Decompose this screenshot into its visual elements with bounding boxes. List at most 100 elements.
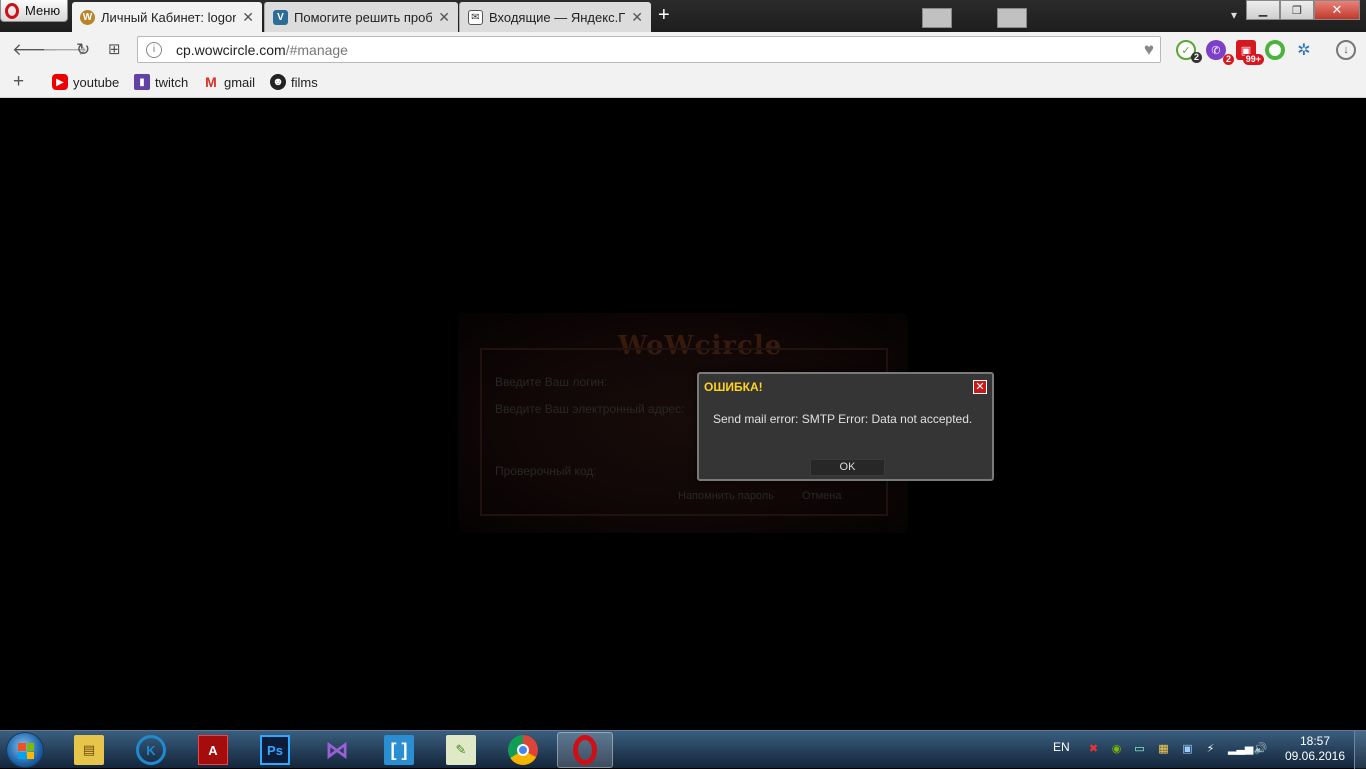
films-icon: ☻ [270,74,286,90]
v-icon: V [273,9,288,25]
close-window-button[interactable]: ✕ [1314,0,1360,20]
network-icon[interactable]: ✲ [1294,40,1314,60]
viber-icon[interactable]: ✆ 2 [1206,40,1234,65]
folder-icon: ▤ [74,735,104,765]
reload-icon[interactable]: ↻ [76,40,90,60]
add-bookmark-icon[interactable]: + [13,71,24,93]
email-label: Введите Ваш электронный адрес: [495,402,685,416]
bookmark-label: films [291,74,318,90]
extension-badge: 2 [1190,52,1202,63]
extension-badge: 99+ [1242,54,1264,65]
window-thumbnail[interactable] [997,8,1027,28]
chrome-icon [508,735,538,765]
close-icon[interactable]: ✕ [242,9,254,26]
page-viewport: WoWcircle Введите Ваш логин: Введите Ваш… [0,98,1366,730]
opera-logo-icon [5,2,19,19]
ok-button[interactable]: OK [810,459,885,476]
tab-title: Входящие — Яндекс.Почта [489,9,625,25]
nvidia-icon[interactable]: ◉ [1109,742,1124,757]
speed-dial-icon[interactable]: ⊞ [108,40,121,58]
code-label: Проверочный код: [495,464,597,478]
taskbar-opera[interactable] [557,732,613,768]
cancel-button[interactable]: Отмена [802,490,841,502]
opera-icon [573,735,597,765]
drive-icon[interactable]: ▭ [1132,742,1147,757]
taskbar-visual-studio[interactable]: ⋈ [309,732,365,768]
notepad-tray-icon[interactable]: ▦ [1156,742,1171,757]
remind-password-button[interactable]: Напомнить пароль [678,490,774,502]
close-icon[interactable]: ✕ [438,9,450,26]
green-circle-icon[interactable] [1265,40,1285,60]
bookmark-youtube[interactable]: ▶ youtube [52,74,119,90]
gift-icon[interactable]: ▣ 99+ [1236,40,1264,65]
taskbar-chrome[interactable] [495,732,551,768]
volume-icon[interactable]: 🔊 [1253,742,1268,757]
address-path: /#manage [285,42,348,58]
power-plug-icon[interactable]: ⚡ [1203,742,1218,757]
visual-studio-icon: ⋈ [325,736,349,764]
browser-titlebar: Меню W Личный Кабинет: logon.wowcircle.c… [0,0,1366,32]
language-indicator[interactable]: EN [1053,740,1070,754]
taskbar-brackets[interactable]: [ ] [371,732,427,768]
taskbar-acrobat[interactable]: A [185,732,241,768]
bookmark-label: youtube [73,74,120,90]
new-tab-button[interactable]: + [658,4,670,26]
tab-title: Личный Кабинет: logon.wowcircle.com [101,9,237,25]
dialog-message: Send mail error: SMTP Error: Data not ac… [713,412,973,426]
taskbar-photoshop[interactable]: Ps [247,732,303,768]
window-controls: ▁ ❐ ✕ [1246,0,1360,20]
signal-icon[interactable]: ▂▃▅ [1228,742,1253,757]
close-icon[interactable]: ✕ [973,380,987,394]
shield-check-icon[interactable]: ✓ 2 [1176,40,1202,63]
system-clock[interactable]: 18:57 09.06.2016 [1282,734,1348,764]
bookmarks-bar: + ▶ youtube ▮ twitch M gmail ☻ films [0,67,1366,98]
start-button[interactable] [6,732,44,768]
site-info-icon[interactable]: i [146,42,162,58]
acrobat-icon: A [198,735,228,765]
clock-time: 18:57 [1299,734,1331,748]
battery-icon[interactable]: ▣ [1180,742,1195,757]
kodi-icon: K [136,735,166,765]
brackets-icon: [ ] [384,735,414,765]
gmail-icon: M [205,74,217,90]
windows-logo-icon [18,743,34,759]
tab-help[interactable]: V Помогите решить проблему ✕ [264,2,458,32]
address-url[interactable]: cp.wowcircle.com/#manage [176,42,348,58]
download-icon[interactable]: ↓ [1336,40,1356,60]
heart-icon[interactable]: ♥ [1144,40,1154,60]
taskbar-explorer[interactable]: ▤ [61,732,117,768]
wow-icon: W [80,9,95,25]
bookmark-label: twitch [155,74,189,90]
twitch-icon: ▮ [134,74,150,90]
maximize-button[interactable]: ❐ [1280,0,1314,20]
opera-menu-button[interactable]: Меню [0,0,68,22]
minimize-button[interactable]: ▁ [1246,0,1280,20]
tab-title: Помогите решить проблему [294,9,433,25]
windows-taskbar: ▤ K A Ps ⋈ [ ] ✎ EN ✖ ◉ ▭ ▦ ▣ ⚡ ▂▃▅ 🔊 18… [0,730,1366,769]
photoshop-icon: Ps [260,735,290,765]
close-icon[interactable]: ✕ [631,9,643,26]
taskbar-notepad-plus-plus[interactable]: ✎ [433,732,489,768]
bookmark-label: gmail [224,74,256,90]
tab-list-icon[interactable]: ▾ [1231,8,1237,22]
mail-icon: ✉ [468,9,483,25]
address-bar[interactable]: i cp.wowcircle.com/#manage ♥ [137,36,1161,63]
taskbar-kodi[interactable]: K [123,732,179,768]
show-desktop-button[interactable] [1354,731,1366,769]
browser-toolbar: 🡐 🡒 ↻ ⊞ i cp.wowcircle.com/#manage ♥ ✓ 2 … [0,32,1366,67]
bookmark-twitch[interactable]: ▮ twitch [134,74,188,90]
bookmark-films[interactable]: ☻ films [270,74,318,90]
address-host: cp.wowcircle.com [176,42,286,58]
notepad-plus-plus-icon: ✎ [446,735,476,765]
tab-wowcircle[interactable]: W Личный Кабинет: logon.wowcircle.com ✕ [72,2,262,32]
bookmark-gmail[interactable]: M gmail [203,74,255,90]
window-thumbnail[interactable] [922,8,952,28]
tab-yandex-mail[interactable]: ✉ Входящие — Яндекс.Почта ✕ [459,2,651,32]
dialog-title: ОШИБКА! [704,380,763,394]
clock-date: 09.06.2016 [1284,749,1346,763]
network-error-icon[interactable]: ✖ [1086,742,1101,757]
menu-label: Меню [25,3,61,18]
youtube-icon: ▶ [52,74,68,90]
login-label: Введите Ваш логин: [495,375,608,389]
extension-badge: 2 [1222,54,1234,65]
